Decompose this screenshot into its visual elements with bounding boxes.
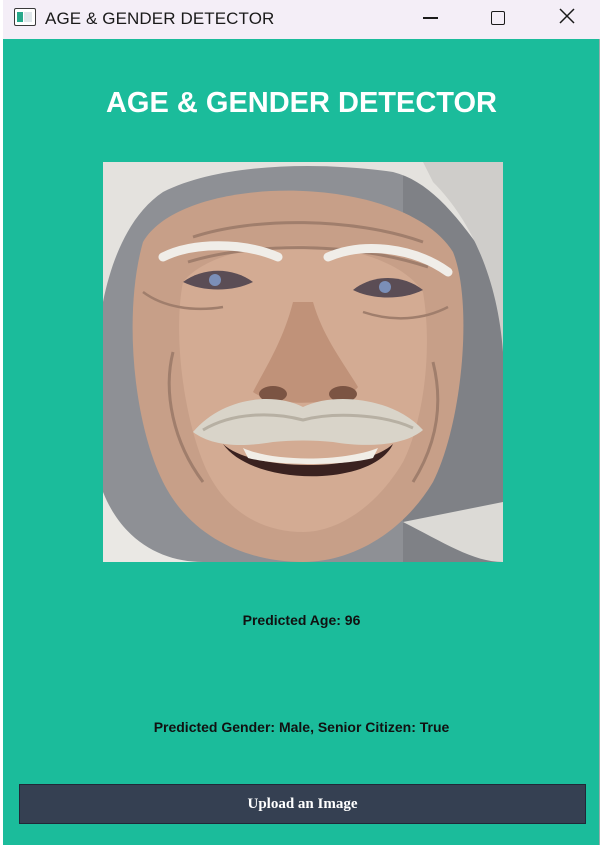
title-bar: AGE & GENDER DETECTOR [3,0,600,39]
upload-image-button[interactable]: Upload an Image [19,784,586,824]
app-window: AGE & GENDER DETECTOR AGE & GENDER DETEC… [3,0,600,845]
close-button[interactable] [544,0,590,36]
page-heading: AGE & GENDER DETECTOR [105,87,497,119]
maximize-button[interactable] [475,0,521,36]
window-title: AGE & GENDER DETECTOR [45,9,275,28]
predicted-gender-label: Predicted Gender: Male, Senior Citizen: … [153,719,450,735]
app-icon [14,8,36,26]
maximize-icon [491,11,505,25]
close-icon [559,7,575,29]
predicted-age-label: Predicted Age: 96 [242,612,361,628]
minimize-button[interactable] [407,0,453,36]
minimize-icon [422,17,438,19]
face-photo [103,162,503,562]
